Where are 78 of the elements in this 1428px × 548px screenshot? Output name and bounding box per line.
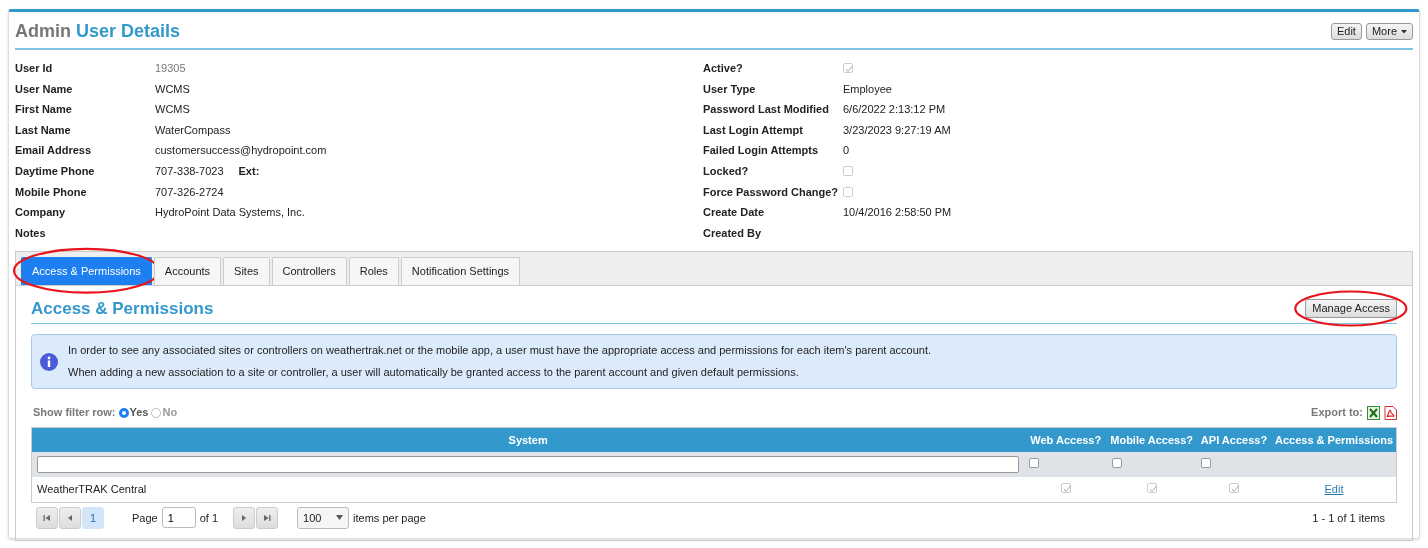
field-label: Locked? <box>703 164 750 179</box>
field-label: Active? <box>703 61 744 77</box>
tab[interactable]: Sites <box>223 257 270 285</box>
page-size-select[interactable]: 100 <box>297 506 350 529</box>
filter-toggle-label: Show filter row: <box>33 405 116 421</box>
field-label: Created By <box>703 225 763 241</box>
filter-field[interactable] <box>37 455 1020 473</box>
more-button[interactable]: More <box>1365 23 1413 40</box>
caret-icon <box>1401 29 1407 34</box>
first-page-icon <box>43 513 51 522</box>
field-label: First Name <box>15 102 73 118</box>
field-label: Last Login Attempt <box>703 122 804 138</box>
info-text: When adding a new association to a site or controller, a user will automatically be granted access to the parent account and given default permissions. <box>68 366 800 380</box>
manage-access-button[interactable]: Manage Access <box>1305 299 1397 319</box>
field-value: WCMS <box>155 81 190 97</box>
field-value: 3/23/2023 9:27:19 AM <box>843 122 951 138</box>
first-page-button[interactable] <box>36 506 58 529</box>
field-value: 707-338-7023 <box>155 164 224 179</box>
current-page-button[interactable]: 1 <box>82 506 104 529</box>
column-header: Web Access? <box>1024 427 1108 452</box>
table-cell: WeatherTRAK Central <box>32 476 1025 502</box>
filter-checkbox[interactable] <box>1201 458 1211 469</box>
field-label: Daytime Phone <box>15 164 96 179</box>
field-label: Last Name <box>15 122 72 138</box>
column-header: API Access? <box>1196 427 1272 452</box>
column-header: Access & Permissions <box>1272 427 1396 452</box>
field-label: User Id <box>15 61 54 77</box>
page-input[interactable]: 1 <box>161 507 196 529</box>
field-label: User Type <box>703 81 757 97</box>
next-page-button[interactable] <box>233 506 256 529</box>
page-label: Page <box>132 510 158 526</box>
last-page-button[interactable] <box>256 506 279 529</box>
tab[interactable]: Accounts <box>153 257 222 285</box>
field-value: 6/6/2022 2:13:12 PM <box>843 102 946 118</box>
page-title: User Details <box>76 21 181 41</box>
field-label: Notes <box>15 225 47 241</box>
info-text: In order to see any associated sites or controllers on weathertrak.net or the mobile app, a user must have the appropriate access and permissions for each item's parent account. <box>68 344 931 358</box>
field-label: Email Address <box>15 143 92 159</box>
export-label: Export to: <box>1311 405 1363 421</box>
field-value: WCMS <box>155 102 190 118</box>
section-title: Access & Permissions <box>31 297 214 320</box>
tab[interactable]: Notification Settings <box>400 257 521 285</box>
radio-option[interactable]: Yes <box>118 404 149 421</box>
dropdown-arrow-icon <box>336 515 344 521</box>
tab[interactable]: Roles <box>348 257 399 285</box>
field-label: Company <box>15 205 67 221</box>
page-count: of 1 <box>199 510 219 526</box>
field-value: customersuccess@hydropoint.com <box>155 143 327 159</box>
field-label: Ext: <box>238 164 260 179</box>
page-title-prefix: Admin <box>15 21 71 41</box>
field-value: 10/4/2016 2:58:50 PM <box>843 205 952 221</box>
edit-link[interactable]: Edit <box>1324 483 1344 496</box>
items-per-page-label: items per page <box>353 510 426 526</box>
previous-page-icon <box>66 513 74 522</box>
previous-page-button[interactable] <box>59 506 81 529</box>
field-label: Password Last Modified <box>703 102 830 118</box>
field-value: 707-326-2724 <box>155 184 224 200</box>
field-label: Mobile Phone <box>15 184 88 200</box>
last-page-icon <box>263 513 272 522</box>
field-value: HydroPoint Data Systems, Inc. <box>155 205 305 221</box>
field-value: Employee <box>843 81 892 97</box>
pager-summary: 1 - 1 of 1 items <box>1312 510 1385 526</box>
field-value: WaterCompass <box>155 122 231 138</box>
filter-checkbox[interactable] <box>1112 458 1123 469</box>
field-value: 19305 <box>155 61 186 77</box>
field-value: 0 <box>843 143 850 159</box>
edit-button[interactable]: Edit <box>1330 23 1362 40</box>
field-label: Failed Login Attempts <box>703 143 820 159</box>
field-label: Force Password Change? <box>703 184 840 200</box>
column-header: System <box>32 427 1025 452</box>
tab[interactable]: Access & Permissions <box>21 257 152 285</box>
filter-checkbox[interactable] <box>1029 458 1040 469</box>
field-label: User Name <box>15 81 74 97</box>
info-icon <box>40 352 58 371</box>
field-label: Create Date <box>703 205 766 221</box>
tab[interactable]: Controllers <box>271 257 347 285</box>
column-header: Mobile Access? <box>1107 427 1196 452</box>
spreadsheet-icon[interactable] <box>1367 405 1380 420</box>
